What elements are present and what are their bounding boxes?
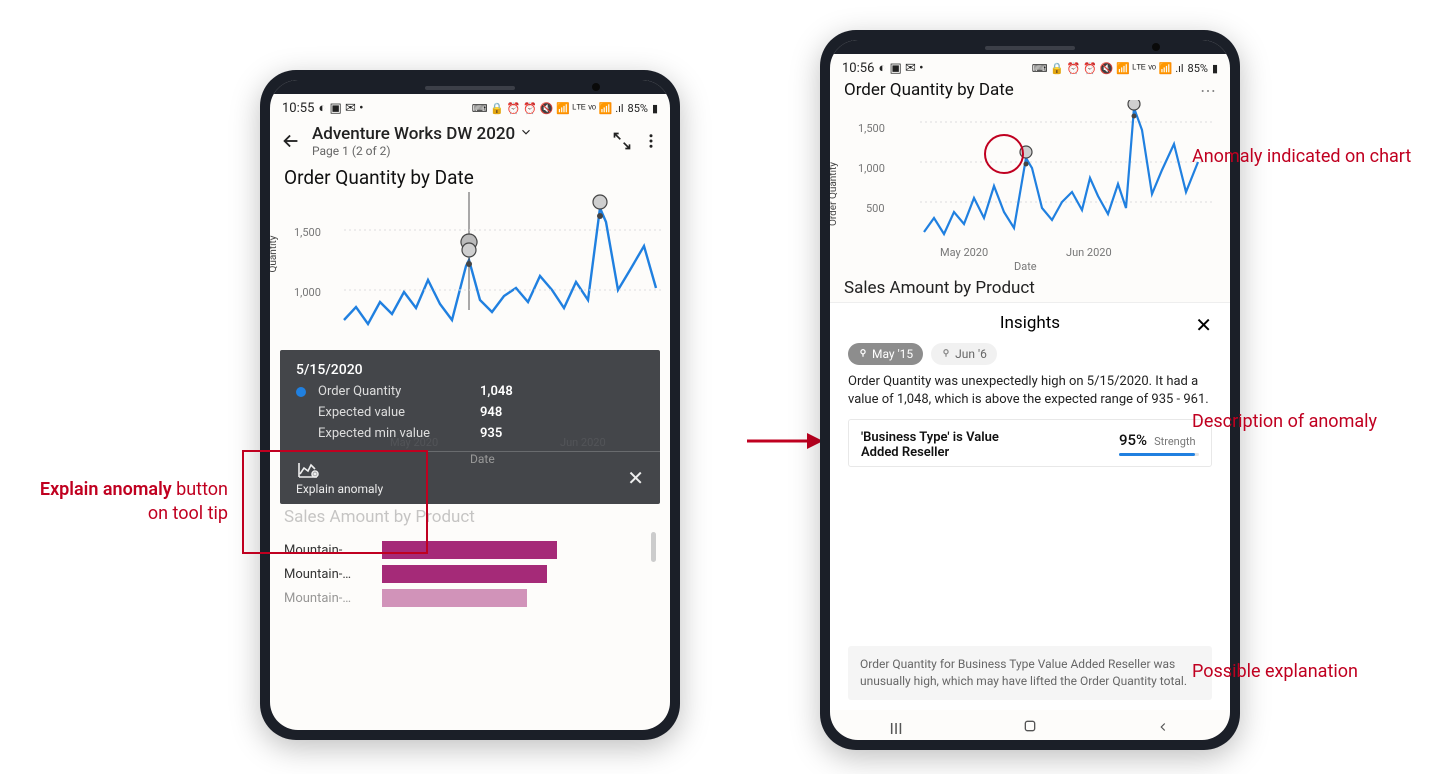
series-color-dot [296, 387, 306, 397]
app-header: Adventure Works DW 2020 Page 1 (2 of 2) [270, 118, 670, 164]
anomaly-chip[interactable]: May '15 [848, 343, 923, 365]
strength-bar [1119, 453, 1199, 456]
line-chart-container: Order Quantity by Date Quantity 1,500 1,… [270, 164, 670, 344]
bar-row[interactable]: Mountain-… [284, 562, 656, 586]
insight-explanation-card[interactable]: 'Business Type' is Value Added Reseller … [848, 419, 1212, 467]
y-axis-label: Quantity [270, 235, 279, 272]
tooltip-value: 1,048 [480, 384, 513, 399]
insights-panel: Insights ✕ May '15 Jun '6 Order Quantit [830, 302, 1230, 710]
line-chart-svg[interactable] [844, 100, 1230, 250]
y-axis-label: Order Quantity [830, 162, 839, 226]
tooltip-value: 948 [480, 405, 502, 420]
x-axis-label: Date [1014, 260, 1037, 273]
bar-fill [382, 565, 547, 583]
phone-mock-left: 10:55 ◐ ▣ ✉ • ⌨ 🔒 ⏰ ⏰ 🔇 📶 ᴸᵀᴱ ᵛᵒ 📶 .ıl 8… [260, 70, 680, 740]
status-time: 10:56 [842, 61, 874, 76]
anomaly-marker-icon[interactable] [461, 234, 477, 267]
nav-recent-icon[interactable]: III [889, 719, 902, 738]
bar-chart-header: Sales Amount by Product [830, 278, 1230, 302]
status-system-icons: ⌨ 🔒 ⏰ ⏰ 🔇 📶 ᴸᵀᴱ ᵛᵒ 📶 .ıl [472, 102, 624, 115]
x-tick-ghost: Jun 2020 [560, 436, 606, 449]
status-system-icons: ⌨ 🔒 ⏰ ⏰ 🔇 📶 ᴸᵀᴱ ᵛᵒ 📶 .ıl [1032, 62, 1184, 75]
battery-icon: ▮ [1212, 62, 1218, 75]
report-subtitle: Page 1 (2 of 2) [312, 144, 602, 158]
strength-label: Strength [1154, 435, 1196, 448]
bar-row[interactable]: Mountain-… [284, 586, 656, 610]
tooltip-label: Expected value [318, 405, 468, 420]
annotation-left: Explain anomaly button on tool tip [12, 478, 228, 527]
android-nav-bar: III [830, 710, 1230, 740]
scrollbar-thumb[interactable] [651, 532, 656, 562]
annotation-red-box [242, 450, 428, 554]
chart-more-icon[interactable]: ⋯ [1200, 81, 1216, 100]
bar-fill [382, 589, 527, 607]
bar-label: Mountain-… [284, 591, 374, 606]
strength-percent: 95% [1119, 431, 1147, 449]
bar-label: Mountain-… [284, 567, 374, 582]
chevron-down-icon [519, 124, 533, 144]
anomaly-marker-icon[interactable] [593, 195, 607, 219]
annotation-right-3: Possible explanation [1192, 660, 1358, 684]
pin-icon [941, 347, 951, 361]
x-tick-ghost: May 2020 [390, 436, 438, 449]
android-statusbar: 10:56 ◐ ▣ ✉ • ⌨ 🔒 ⏰ ⏰ 🔇 📶 ᴸᵀᴱ ᵛᵒ 📶 .ıl 8… [830, 54, 1230, 78]
status-battery: 85% [1188, 62, 1208, 75]
phone-screen-right: 10:56 ◐ ▣ ✉ • ⌨ 🔒 ⏰ ⏰ 🔇 📶 ᴸᵀᴱ ᵛᵒ 📶 .ıl 8… [830, 40, 1230, 740]
insight-chips-row: May '15 Jun '6 [848, 343, 1212, 365]
status-time: 10:55 [282, 101, 314, 116]
battery-icon: ▮ [652, 102, 658, 115]
tooltip-value: 935 [480, 426, 502, 441]
nav-home-icon[interactable] [1022, 718, 1038, 738]
annotation-right-2: Description of anomaly [1192, 410, 1377, 434]
anomaly-chip[interactable]: Jun '6 [931, 343, 997, 365]
status-notification-icons: ◐ ▣ ✉ • [318, 100, 363, 116]
line-chart-svg[interactable] [284, 192, 670, 332]
android-statusbar: 10:55 ◐ ▣ ✉ • ⌨ 🔒 ⏰ ⏰ 🔇 📶 ᴸᵀᴱ ᵛᵒ 📶 .ıl 8… [270, 94, 670, 118]
chip-label: Jun '6 [955, 347, 987, 361]
report-title: Adventure Works DW 2020 [312, 124, 515, 144]
insight-description: Order Quantity was unexpectedly high on … [848, 373, 1212, 409]
back-icon[interactable] [280, 130, 302, 152]
anomaly-marker-icon[interactable] [1128, 100, 1140, 119]
explanation-title: 'Business Type' is Value Added Reseller [861, 430, 1031, 460]
annotation-right-1: Anomaly indicated on chart [1192, 145, 1411, 169]
line-chart-container: Order Quantity by Date ⋯ Order Quantity … [830, 78, 1230, 278]
explanation-detail: Order Quantity for Business Type Value A… [848, 646, 1212, 700]
section-title: Sales Amount by Product [844, 278, 1216, 298]
insights-title: Insights [1000, 313, 1060, 333]
status-battery: 85% [628, 102, 648, 115]
tooltip-date: 5/15/2020 [296, 362, 644, 378]
close-icon[interactable]: ✕ [627, 466, 644, 490]
expand-icon[interactable] [612, 131, 632, 151]
report-title-row[interactable]: Adventure Works DW 2020 [312, 124, 602, 144]
tooltip-label: Order Quantity [318, 384, 468, 399]
phone-notch [270, 80, 670, 94]
x-axis-label: Date [470, 452, 495, 466]
nav-back-icon[interactable] [1156, 719, 1170, 738]
annotation-red-circle [984, 134, 1024, 174]
chart-title: Order Quantity by Date [844, 80, 1014, 100]
phone-mock-right: 10:56 ◐ ▣ ✉ • ⌨ 🔒 ⏰ ⏰ 🔇 📶 ᴸᵀᴱ ᵛᵒ 📶 .ıl 8… [820, 30, 1240, 750]
pin-icon [858, 347, 868, 361]
chip-label: May '15 [872, 347, 913, 361]
status-notification-icons: ◐ ▣ ✉ • [878, 60, 923, 76]
phone-notch [830, 40, 1230, 54]
phone-screen-left: 10:55 ◐ ▣ ✉ • ⌨ 🔒 ⏰ ⏰ 🔇 📶 ᴸᵀᴱ ᵛᵒ 📶 .ıl 8… [270, 80, 670, 730]
red-arrow-icon [745, 430, 823, 452]
chart-title: Order Quantity by Date [284, 166, 656, 189]
close-icon[interactable]: ✕ [1195, 313, 1212, 337]
more-vertical-icon[interactable] [642, 132, 660, 150]
